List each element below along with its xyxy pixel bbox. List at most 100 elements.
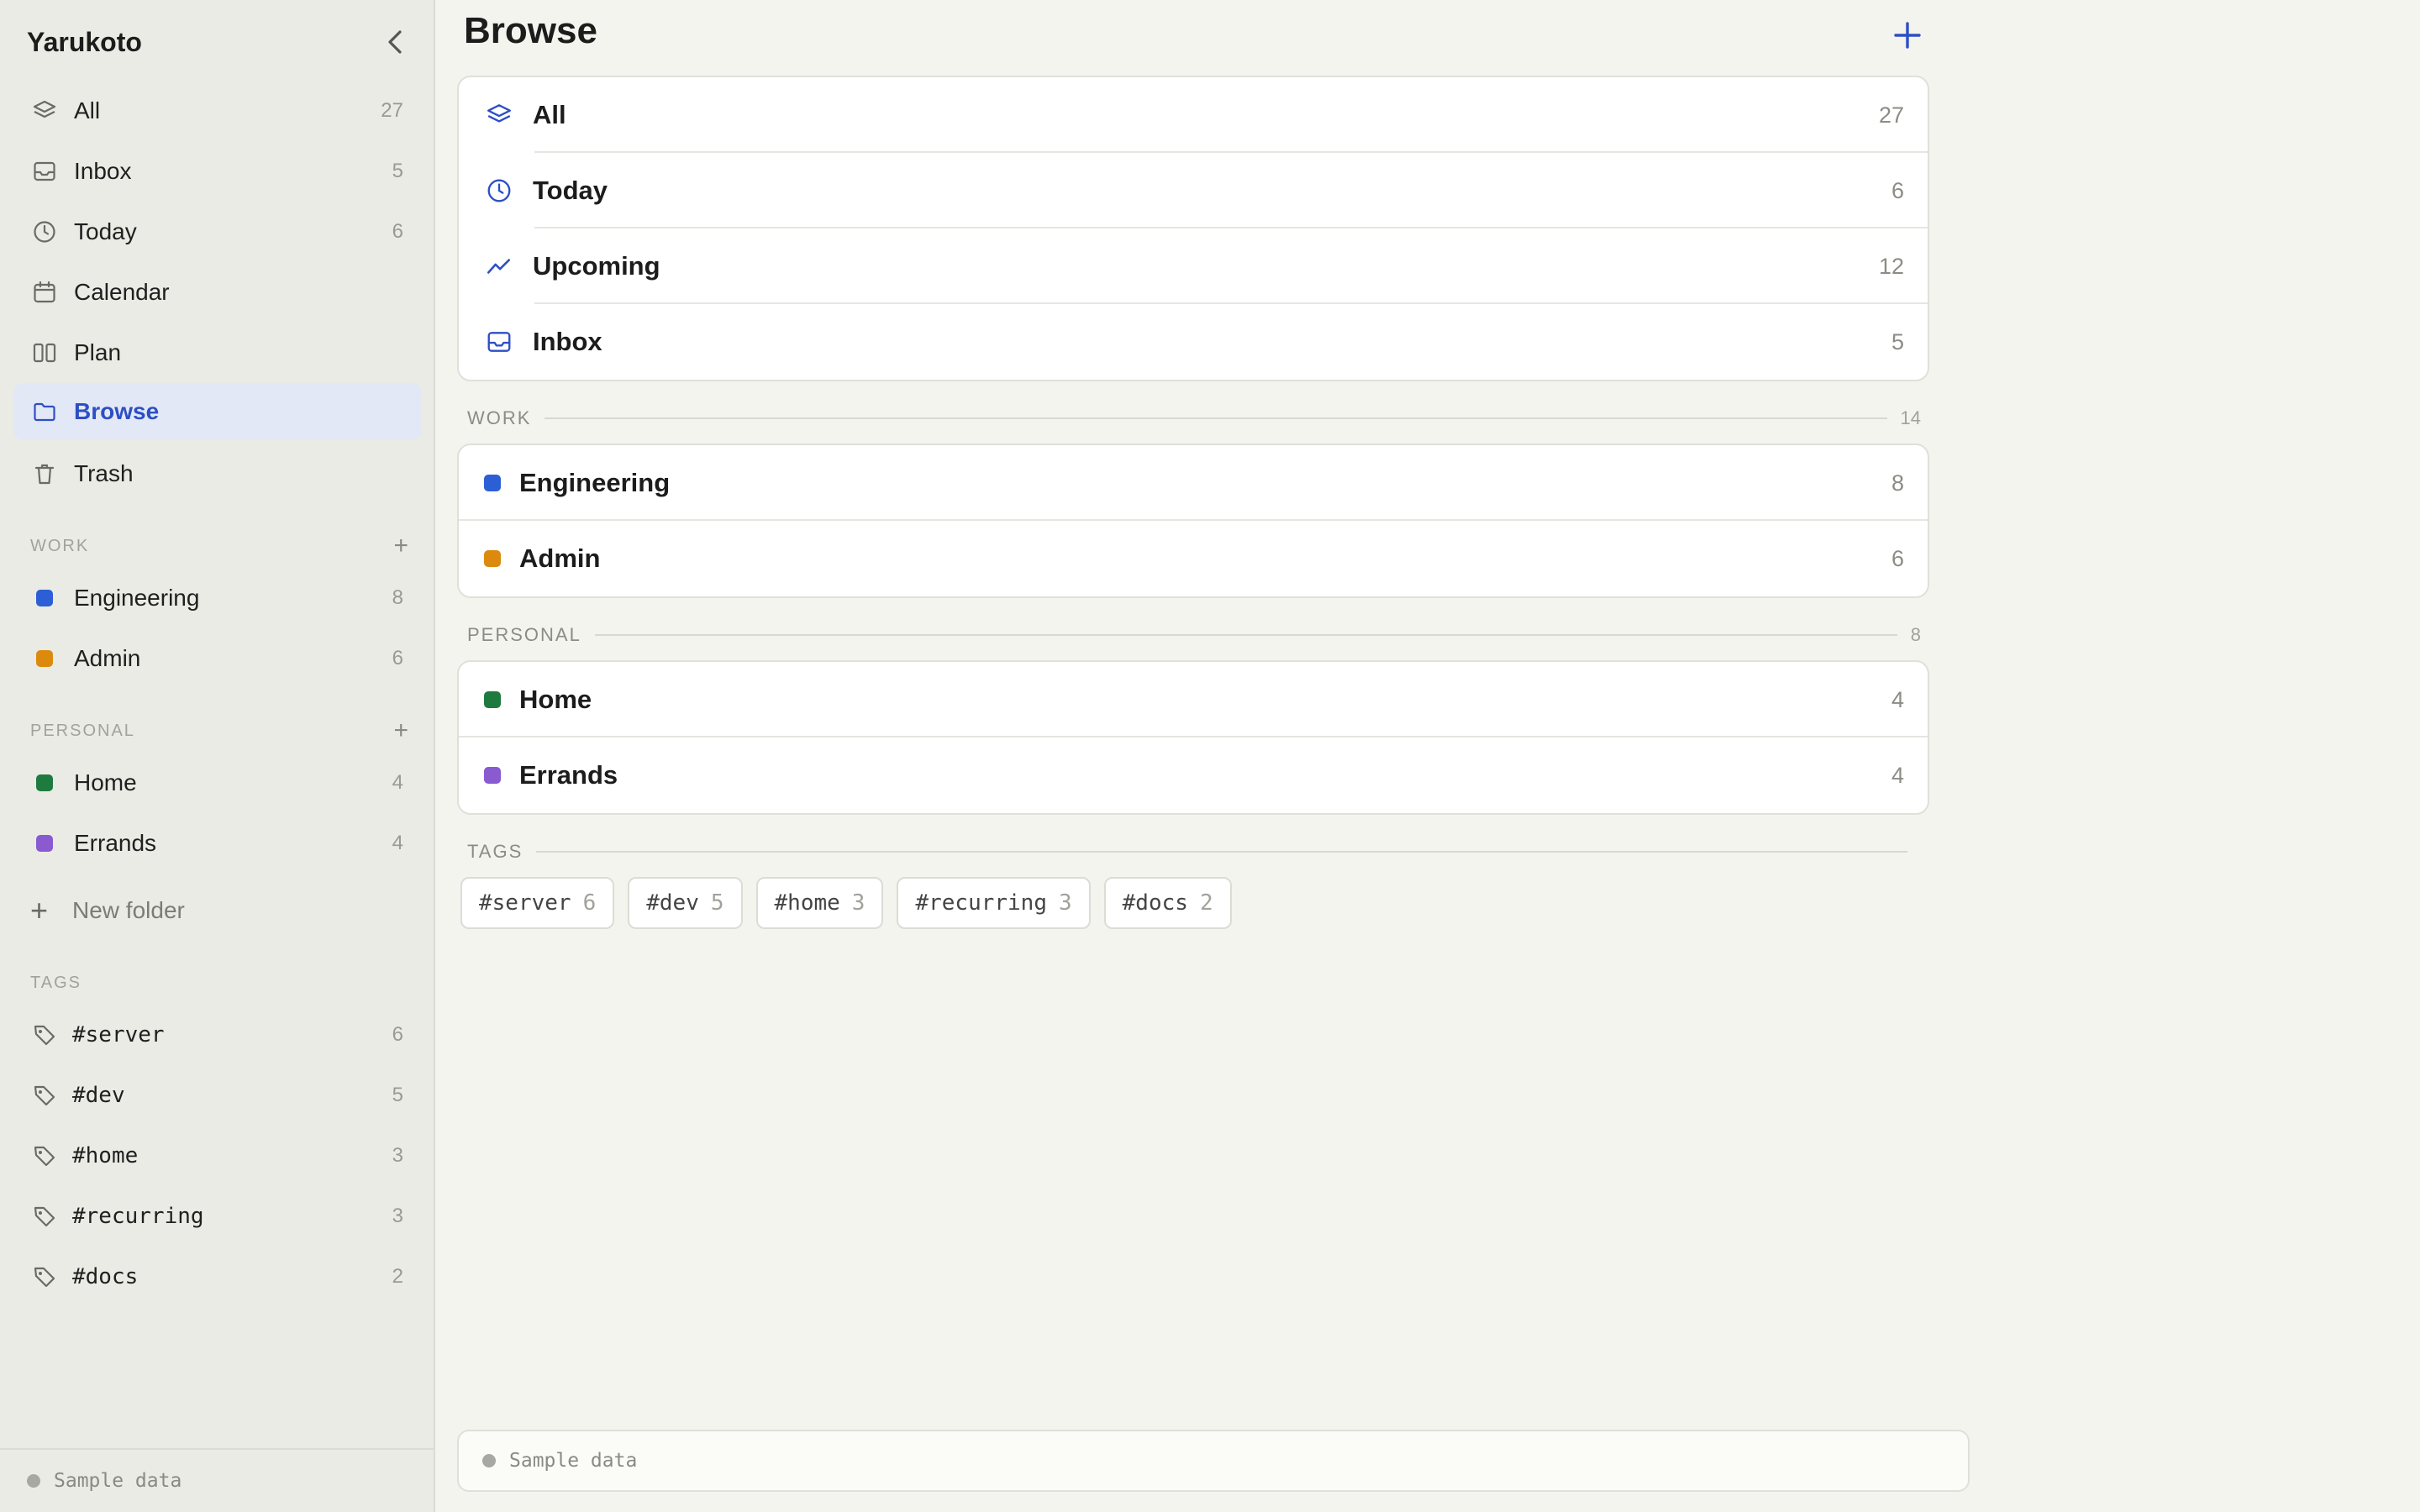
folder-row-engineering[interactable]: Engineering 8 [459, 445, 1928, 521]
sidebar-item-admin[interactable]: Admin 6 [13, 630, 422, 687]
folder-row-home[interactable]: Home 4 [459, 662, 1928, 738]
smart-list-count: 27 [1878, 102, 1904, 128]
trash-icon [30, 459, 59, 488]
sidebar-section-work: WORK + [30, 529, 408, 563]
clock-icon [484, 176, 514, 206]
group-header-personal: PERSONAL 8 [467, 620, 1921, 650]
add-personal-folder-button[interactable]: + [393, 717, 408, 745]
smart-list-label: Today [533, 176, 608, 205]
chip-label: #home [774, 890, 840, 916]
add-button[interactable] [1887, 15, 1928, 55]
folder-color-dot [36, 774, 53, 791]
tag-label: #recurring [72, 1204, 204, 1229]
sidebar-item-today[interactable]: Today 6 [13, 203, 422, 260]
smart-list-inbox[interactable]: Inbox 5 [459, 304, 1928, 380]
trend-icon [484, 251, 514, 281]
smart-lists-card: All 27 Today 6 Upcoming 12 Inbox 5 [457, 76, 1929, 381]
collapse-sidebar-button[interactable] [378, 25, 412, 59]
folder-label: Home [519, 685, 592, 714]
main-footer: Sample data [457, 1430, 1970, 1492]
tag-count: 5 [392, 1084, 403, 1106]
chip-count: 2 [1199, 890, 1213, 916]
chip-count: 5 [710, 890, 724, 916]
folder-count: 4 [1891, 686, 1904, 712]
folder-row-admin[interactable]: Admin 6 [459, 521, 1928, 596]
folder-row-errands[interactable]: Errands 4 [459, 738, 1928, 813]
tag-icon [30, 1202, 59, 1231]
smart-list-count: 6 [1891, 177, 1904, 203]
tag-chip-docs[interactable]: #docs 2 [1103, 877, 1232, 929]
sidebar-item-count: 6 [392, 647, 403, 669]
group-title: WORK [467, 407, 532, 428]
group-count: 8 [1910, 624, 1921, 645]
smart-list-all[interactable]: All 27 [459, 77, 1928, 153]
sidebar-section-personal: PERSONAL + [30, 714, 408, 748]
new-folder-label: New folder [72, 897, 185, 923]
tag-icon [30, 1081, 59, 1110]
tag-chips: #server 6 #dev 5 #home 3 #recurring 3 #d… [460, 877, 1245, 929]
sidebar-tag-dev[interactable]: #dev 5 [13, 1067, 422, 1124]
sidebar-item-count: 27 [381, 99, 403, 122]
sidebar-item-browse[interactable]: Browse [13, 383, 422, 440]
tag-label: #docs [72, 1264, 139, 1289]
smart-list-label: All [533, 100, 566, 129]
folder-label: Errands [519, 760, 618, 790]
sidebar-tag-docs[interactable]: #docs 2 [13, 1248, 422, 1305]
group-count: 14 [1900, 407, 1921, 428]
sidebar-item-label: Trash [74, 460, 134, 486]
sidebar-item-label: Browse [74, 398, 160, 424]
smart-list-count: 5 [1891, 328, 1904, 354]
folder-color-dot [36, 650, 53, 667]
tag-chip-home[interactable]: #home 3 [755, 877, 884, 929]
sidebar-tag-home[interactable]: #home 3 [13, 1127, 422, 1184]
chip-label: #recurring [915, 890, 1047, 916]
tag-chip-dev[interactable]: #dev 5 [628, 877, 743, 929]
tag-count: 3 [392, 1144, 403, 1167]
inbox-icon [30, 157, 59, 186]
sidebar-item-all[interactable]: All 27 [13, 82, 422, 139]
tag-chip-recurring[interactable]: #recurring 3 [897, 877, 1091, 929]
add-work-folder-button[interactable]: + [393, 532, 408, 560]
sidebar-item-label: Admin [74, 645, 141, 671]
sidebar-item-inbox[interactable]: Inbox 5 [13, 143, 422, 200]
folder-label: Engineering [519, 468, 671, 497]
chip-count: 3 [1059, 890, 1072, 916]
sidebar-item-label: Inbox [74, 158, 132, 184]
sidebar-item-trash[interactable]: Trash [13, 445, 422, 502]
folder-count: 4 [1891, 762, 1904, 788]
smart-list-today[interactable]: Today 6 [459, 153, 1928, 228]
sidebar-item-label: Engineering [74, 585, 200, 611]
sample-data-label: Sample data [509, 1450, 638, 1472]
sample-data-label: Sample data [54, 1470, 182, 1492]
status-dot [482, 1454, 496, 1467]
sidebar-item-calendar[interactable]: Calendar [13, 264, 422, 321]
new-folder-button[interactable]: + New folder [30, 890, 185, 931]
smart-list-upcoming[interactable]: Upcoming 12 [459, 228, 1928, 304]
app-name: Yarukoto [27, 26, 142, 57]
sidebar: Yarukoto All 27 Inbox 5 Today 6 Calendar [0, 0, 435, 1512]
chip-label: #docs [1122, 890, 1188, 916]
group-divider [536, 851, 1907, 853]
sidebar-item-home[interactable]: Home 4 [13, 754, 422, 811]
personal-folders-card: Home 4 Errands 4 [457, 660, 1929, 815]
tag-chip-server[interactable]: #server 6 [460, 877, 615, 929]
folder-label: Admin [519, 543, 601, 573]
tag-icon [30, 1021, 59, 1049]
sidebar-item-errands[interactable]: Errands 4 [13, 815, 422, 872]
group-divider [544, 417, 1887, 419]
calendar-icon [30, 278, 59, 307]
folder-color-dot [484, 550, 501, 567]
folder-color-dot [36, 835, 53, 852]
sidebar-footer: Sample data [0, 1448, 434, 1512]
tag-label: #dev [72, 1083, 125, 1108]
plus-icon [1894, 22, 1921, 49]
chevron-left-icon [388, 30, 402, 54]
sidebar-tag-server[interactable]: #server 6 [13, 1006, 422, 1063]
sidebar-item-plan[interactable]: Plan [13, 324, 422, 381]
sidebar-item-label: Errands [74, 830, 157, 856]
sidebar-item-engineering[interactable]: Engineering 8 [13, 570, 422, 627]
sidebar-tag-recurring[interactable]: #recurring 3 [13, 1188, 422, 1245]
tag-count: 3 [392, 1205, 403, 1227]
smart-list-count: 12 [1878, 253, 1904, 279]
sidebar-item-count: 4 [392, 771, 403, 794]
